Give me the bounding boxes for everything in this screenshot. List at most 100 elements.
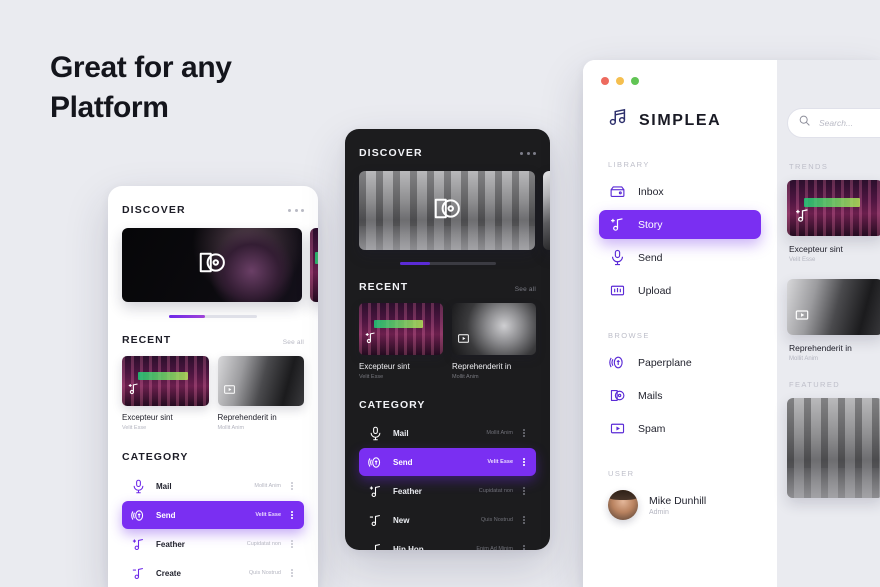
category-row-send[interactable]: Send Velit Esse [359, 448, 536, 477]
category-row-mail[interactable]: Mail Mollit Anim [359, 419, 536, 447]
kebab-menu-icon[interactable] [520, 429, 528, 438]
list-item-subtitle: Mollit Anim [789, 356, 819, 362]
ellipsis-icon[interactable] [520, 151, 536, 155]
mockup-stage: Great for any Platform DISCOVER RECENT S… [0, 0, 880, 587]
carousel-slide-active[interactable] [122, 228, 302, 302]
category-name: Mail [393, 428, 409, 438]
play-square-icon [457, 332, 470, 350]
category-sub: Quis Nostrud [480, 517, 513, 524]
sidebar-item-mails[interactable]: Mails [599, 381, 761, 410]
list-item-title: Reprehenderit in [452, 362, 512, 371]
maximize-button[interactable] [631, 77, 639, 85]
thumbnail[interactable] [217, 356, 304, 406]
kebab-menu-icon[interactable] [520, 516, 528, 525]
ellipsis-icon[interactable] [288, 208, 304, 212]
carousel-slide-active[interactable] [359, 171, 535, 250]
music-notes-icon [607, 107, 629, 134]
user-role: Admin [649, 508, 669, 516]
kebab-menu-icon[interactable] [288, 482, 296, 491]
kebab-menu-icon[interactable] [520, 487, 528, 496]
kebab-menu-icon[interactable] [520, 458, 528, 467]
category-sub: Mollit Anim [254, 483, 281, 490]
music-note-plus-icon [608, 215, 627, 234]
thumbnail[interactable] [359, 303, 443, 355]
category-name: Hip Hop [393, 544, 424, 550]
search-bar[interactable]: Search... [787, 108, 880, 138]
dark-discover-carousel[interactable] [345, 171, 550, 250]
carousel-pager[interactable] [169, 315, 257, 318]
sidebar-nav-library: Inbox Story Send Upload [583, 177, 777, 305]
close-button[interactable] [601, 77, 609, 85]
thumbnail[interactable] [452, 303, 536, 355]
category-sub: Cupidatat non [246, 541, 281, 548]
list-item[interactable]: Reprehenderit in Mollit Anim [452, 303, 536, 380]
search-input[interactable]: Search... [819, 118, 853, 128]
app-brand-name: SIMPLEA [639, 111, 722, 129]
sidebar-item-label: Send [638, 251, 663, 264]
dark-phone-mockup: DISCOVER RECENT See all Excepteur sint V… [345, 129, 550, 550]
sidebar-item-spam[interactable]: Spam [599, 414, 761, 443]
category-row-feather[interactable]: Feather Cupidatat non [359, 477, 536, 505]
sidebar-item-send[interactable]: Send [599, 243, 761, 272]
dark-discover-title: DISCOVER [359, 147, 423, 159]
sidebar-group-label-browse: BROWSE [608, 331, 650, 340]
light-category-title: CATEGORY [122, 451, 189, 464]
dark-category-header: CATEGORY [359, 399, 536, 411]
list-item-subtitle: Velit Esse [359, 374, 384, 381]
list-item-title: Excepteur sint [359, 362, 410, 371]
play-square-icon [794, 307, 810, 328]
sidebar-group-label-user: USER [608, 469, 635, 478]
disc-note-icon [197, 248, 227, 283]
music-note-minus-icon [130, 565, 147, 582]
thumbnail[interactable] [787, 180, 880, 236]
category-name: Send [393, 457, 413, 467]
list-item[interactable]: Excepteur sint Velit Esse [787, 180, 880, 263]
carousel-slide-next[interactable] [543, 171, 550, 250]
dark-category-list: Mail Mollit Anim Send Velit Esse Feather… [359, 419, 536, 550]
list-item[interactable]: Excepteur sint Velit Esse [359, 303, 443, 380]
sidebar-item-paperplane[interactable]: Paperplane [599, 348, 761, 377]
thumbnail[interactable] [787, 279, 880, 335]
carousel-slide-next[interactable] [310, 228, 318, 302]
list-item[interactable]: Reprehenderit in Mollit Anim [787, 279, 880, 362]
sidebar-item-inbox[interactable]: Inbox [599, 177, 761, 206]
sidebar-item-upload[interactable]: Upload [599, 276, 761, 305]
light-recent-see-all[interactable]: See all [283, 339, 304, 346]
sidebar-item-label: Upload [638, 284, 672, 297]
content-pane: Search... TRENDS Excepteur sint Velit Es… [777, 60, 880, 587]
kebab-menu-icon[interactable] [288, 569, 296, 578]
tile-image [787, 398, 880, 498]
category-sub: Velit Esse [487, 459, 513, 466]
thumbnail[interactable] [122, 356, 209, 406]
category-name: Mail [156, 481, 172, 491]
category-row-create[interactable]: Create Quis Nostrud [122, 559, 304, 587]
light-recent-grid: Excepteur sint Velit Esse Reprehenderit … [122, 356, 304, 431]
window-traffic-lights [583, 60, 777, 85]
category-row-mail[interactable]: Mail Mollit Anim [122, 472, 304, 500]
category-row-send[interactable]: Send Velit Esse [122, 501, 304, 530]
carousel-pager[interactable] [399, 262, 496, 265]
list-item[interactable]: Excepteur sint Velit Esse [122, 356, 209, 431]
dark-recent-see-all[interactable]: See all [515, 286, 536, 293]
kebab-menu-icon[interactable] [288, 511, 296, 520]
featured-thumbnail[interactable] [787, 398, 880, 498]
list-item-subtitle: Velit Esse [789, 257, 816, 263]
category-row-new[interactable]: New Quis Nostrud [359, 506, 536, 534]
list-item[interactable]: Reprehenderit in Mollit Anim [217, 356, 304, 431]
slide-image [310, 228, 318, 302]
minimize-button[interactable] [616, 77, 624, 85]
kebab-menu-icon[interactable] [520, 545, 528, 550]
light-discover-carousel[interactable] [108, 228, 318, 302]
category-row-feather[interactable]: Feather Cupidatat non [122, 530, 304, 558]
music-note-icon [367, 541, 384, 550]
category-sub: Velit Esse [255, 512, 281, 519]
category-row-hip-hop[interactable]: Hip Hop Enim Ad Minim [359, 535, 536, 550]
microphone-icon [130, 478, 147, 495]
sidebar-user-profile[interactable]: Mike Dunhill Admin [583, 486, 777, 520]
category-name: Feather [156, 539, 185, 549]
mail-disc-icon [608, 386, 627, 405]
sidebar-item-story[interactable]: Story [599, 210, 761, 239]
kebab-menu-icon[interactable] [288, 540, 296, 549]
light-category-header: CATEGORY [122, 451, 304, 463]
play-square-icon [223, 383, 236, 401]
